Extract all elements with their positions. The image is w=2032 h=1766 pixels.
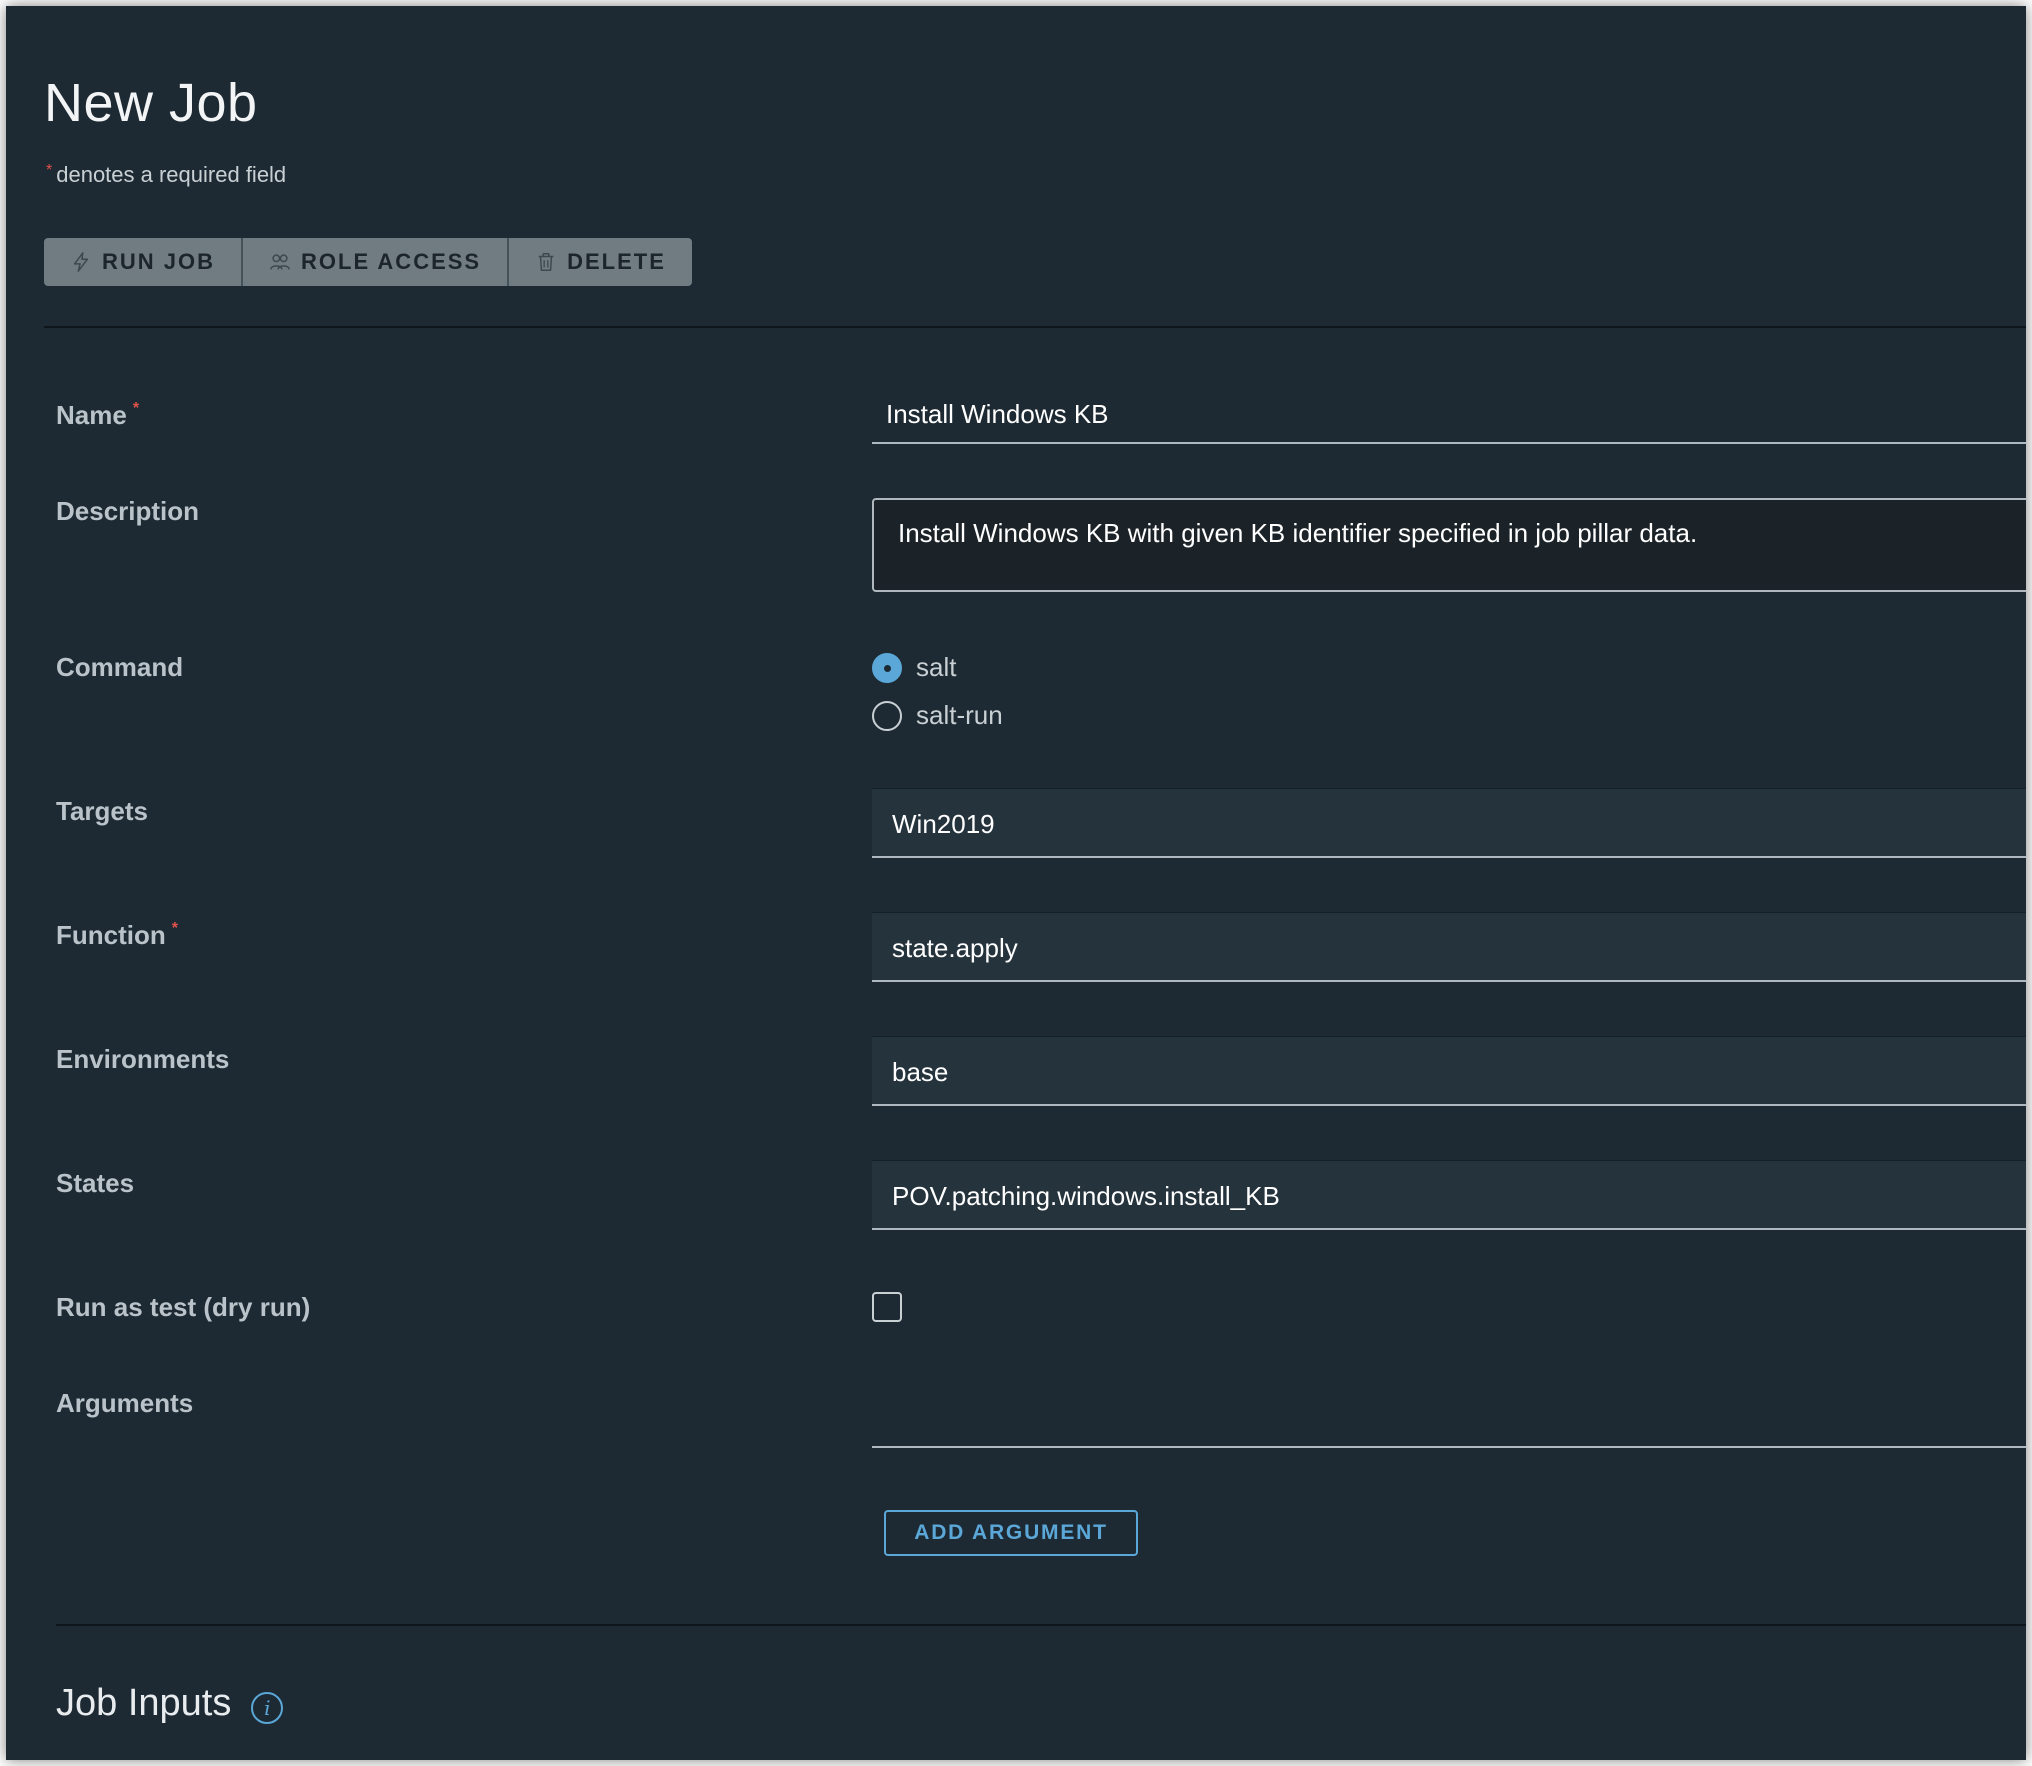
name-label: Name *: [56, 400, 140, 430]
description-label: Description: [56, 496, 200, 526]
job-inputs-heading: Job Inputs i: [56, 1682, 284, 1725]
job-inputs-title: Job Inputs: [56, 1682, 232, 1724]
targets-label: Targets: [56, 796, 148, 826]
job-toolbar: RUN JOB ROLE ACCESS DELETE: [44, 238, 692, 286]
run-job-button[interactable]: RUN JOB: [44, 238, 244, 286]
job-editor-panel: New Job * denotes a required field RUN JO…: [6, 6, 2026, 1760]
bolt-icon: [73, 252, 89, 272]
environments-input[interactable]: base: [872, 1036, 2026, 1106]
run-job-label: RUN JOB: [102, 249, 216, 274]
targets-input[interactable]: Win2019: [872, 788, 2026, 858]
required-marker: *: [171, 920, 178, 937]
radio-salt-run[interactable]: salt-run: [872, 700, 1003, 731]
name-input[interactable]: Install Windows KB: [872, 384, 2026, 444]
radio-button-unchecked[interactable]: [872, 700, 902, 731]
header-divider: [44, 326, 2026, 328]
environments-label: Environments: [56, 1044, 230, 1074]
section-divider: [56, 1624, 2026, 1626]
delete-button[interactable]: DELETE: [509, 238, 692, 286]
role-access-button[interactable]: ROLE ACCESS: [243, 238, 510, 286]
users-icon: [270, 254, 290, 270]
required-marker: *: [132, 400, 140, 417]
page-title: New Job: [44, 73, 258, 133]
radio-salt-label: salt: [916, 652, 957, 682]
states-input[interactable]: POV.patching.windows.install_KB: [872, 1160, 2026, 1230]
dry-run-checkbox[interactable]: [872, 1292, 902, 1322]
radio-salt[interactable]: salt: [872, 652, 956, 683]
add-argument-button[interactable]: ADD ARGUMENT: [884, 1510, 1138, 1556]
arguments-label: Arguments: [56, 1388, 194, 1418]
role-access-label: ROLE ACCESS: [301, 249, 482, 274]
radio-button-checked[interactable]: [872, 652, 902, 683]
command-label: Command: [56, 652, 184, 682]
delete-label: DELETE: [567, 249, 666, 274]
function-input[interactable]: state.apply: [872, 912, 2026, 982]
states-label: States: [56, 1168, 135, 1198]
function-label: Function *: [56, 920, 178, 950]
required-note-text: denotes a required field: [56, 162, 287, 187]
dry-run-label: Run as test (dry run): [56, 1292, 311, 1322]
info-icon[interactable]: i: [251, 1691, 284, 1724]
radio-salt-run-label: salt-run: [916, 700, 1003, 730]
required-marker: *: [46, 162, 53, 179]
arguments-input[interactable]: [872, 1388, 2026, 1448]
trash-icon: [538, 253, 554, 271]
description-textarea[interactable]: Install Windows KB with given KB identif…: [872, 498, 2026, 592]
required-field-note: * denotes a required field: [46, 162, 286, 188]
